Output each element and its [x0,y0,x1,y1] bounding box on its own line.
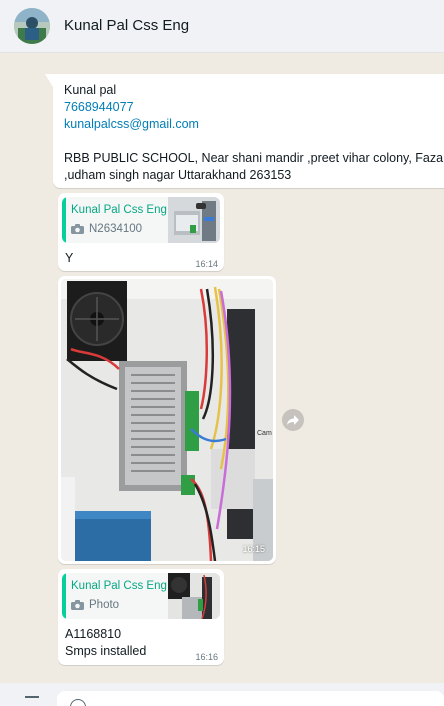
svg-text:Cam: Cam [257,430,272,437]
equipment-photo-icon: Cam [61,279,273,561]
message-text-line1: A1168810 [65,627,122,641]
message-text-line2: Smps installed [65,644,147,658]
message-time: 16:14 [195,259,218,269]
quote-thumbnail [168,197,220,243]
contact-card-email[interactable]: kunalpalcss@gmail.com [64,117,199,131]
forward-icon [287,415,299,425]
quote-text: N2634100 [89,223,143,235]
image-attachment[interactable]: Cam 16:15 [61,279,273,561]
forward-button[interactable] [282,409,304,431]
quote-text: Photo [89,599,120,611]
chat-header[interactable]: Kunal Pal Css Eng [0,0,444,53]
quoted-message[interactable]: Kunal Pal Css Eng N2634100 [62,197,220,243]
quote-accent-bar [62,573,66,619]
contact-avatar[interactable] [14,8,50,44]
quote-author: Kunal Pal Css Eng [71,580,167,592]
contact-card-phone[interactable]: 7668944077 [64,100,134,114]
contact-card-address-line2: ,udham singh nagar Uttarakhand 263153 [64,168,292,182]
bubble-tail [45,74,53,87]
reply-message[interactable]: Kunal Pal Css Eng Photo A1168810 Smps in… [58,569,224,665]
contact-card-message[interactable]: Kunal pal 7668944077 kunalpalcss@gmail.c… [45,74,444,188]
message-time: 16:16 [195,652,218,662]
attach-icon[interactable] [25,696,39,698]
quote-meta: N2634100 [71,223,142,235]
reply-message[interactable]: Kunal Pal Css Eng N2634100 Y 16:14 [58,193,224,271]
emoji-icon[interactable] [70,699,86,706]
image-message[interactable]: Cam 16:15 [58,276,276,564]
quote-accent-bar [62,197,66,243]
contact-name[interactable]: Kunal Pal Css Eng [64,17,189,34]
quote-meta: Photo [71,599,119,611]
compose-footer [0,683,444,706]
contact-card-name: Kunal pal [64,83,117,97]
message-text: Y [65,251,74,265]
contact-card-address-line1: RBB PUBLIC SCHOOL, Near shani mandir ,pr… [64,151,444,165]
quote-thumbnail [168,573,220,619]
image-time: 16:15 [242,544,265,554]
profile-photo-icon [14,8,50,44]
message-input[interactable] [57,691,444,706]
camera-icon [71,600,84,610]
quoted-message[interactable]: Kunal Pal Css Eng Photo [62,573,220,619]
camera-icon [71,224,84,234]
quote-author: Kunal Pal Css Eng [71,204,167,216]
